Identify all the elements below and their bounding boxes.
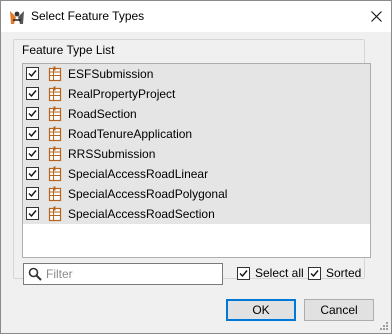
feature-type-label: RoadSection bbox=[68, 107, 137, 121]
feature-table-icon bbox=[48, 66, 62, 82]
feature-type-checkbox[interactable] bbox=[26, 167, 39, 180]
feature-type-checkbox[interactable] bbox=[26, 207, 39, 220]
search-icon bbox=[28, 267, 42, 281]
filter-field[interactable] bbox=[23, 263, 223, 285]
feature-table-icon bbox=[48, 106, 62, 122]
feature-table-icon bbox=[48, 146, 62, 162]
feature-type-label: RoadTenureApplication bbox=[68, 127, 193, 141]
feature-type-item[interactable]: RRSSubmission bbox=[23, 144, 370, 164]
feature-type-label: RRSSubmission bbox=[68, 147, 156, 161]
feature-type-item[interactable]: RoadTenureApplication bbox=[23, 124, 370, 144]
feature-type-checkbox[interactable] bbox=[26, 87, 39, 100]
title-bar[interactable]: Select Feature Types bbox=[1, 1, 391, 32]
feature-type-item[interactable]: ESFSubmission bbox=[23, 64, 370, 84]
feature-table-icon bbox=[48, 186, 62, 202]
feature-type-item[interactable]: SpecialAccessRoadSection bbox=[23, 204, 370, 224]
feature-type-item[interactable]: RealPropertyProject bbox=[23, 84, 370, 104]
feature-table-icon bbox=[48, 126, 62, 142]
fme-workbench-icon bbox=[10, 11, 24, 24]
close-button[interactable] bbox=[361, 1, 391, 32]
feature-table-icon bbox=[48, 86, 62, 102]
feature-type-checkbox[interactable] bbox=[26, 67, 39, 80]
ok-button[interactable]: OK bbox=[226, 299, 296, 321]
checkmark-icon bbox=[28, 210, 37, 218]
select-all-label: Select all bbox=[255, 266, 304, 280]
feature-type-item[interactable]: SpecialAccessRoadPolygonal bbox=[23, 184, 370, 204]
sorted-checkbox[interactable] bbox=[308, 266, 321, 280]
feature-table-icon bbox=[48, 206, 62, 222]
filter-input[interactable] bbox=[46, 265, 216, 282]
select-all-checkbox[interactable] bbox=[237, 266, 250, 280]
close-icon bbox=[370, 11, 382, 22]
feature-type-list-label: Feature Type List bbox=[21, 43, 116, 57]
checkmark-icon bbox=[28, 190, 37, 198]
feature-type-checkbox[interactable] bbox=[26, 187, 39, 200]
checkmark-icon bbox=[239, 269, 248, 277]
select-feature-types-dialog: Select Feature Types Feature Type List E… bbox=[0, 0, 392, 334]
checkmark-icon bbox=[28, 170, 37, 178]
feature-type-checkbox[interactable] bbox=[26, 147, 39, 160]
resize-grip-icon[interactable] bbox=[378, 320, 388, 330]
checkmark-icon bbox=[28, 70, 37, 78]
feature-type-item[interactable]: RoadSection bbox=[23, 104, 370, 124]
feature-type-listbox[interactable]: ESFSubmission RealPropertyProject RoadSect… bbox=[22, 63, 371, 258]
feature-type-label: ESFSubmission bbox=[68, 67, 154, 81]
checkmark-icon bbox=[28, 130, 37, 138]
feature-table-icon bbox=[48, 166, 62, 182]
checkmark-icon bbox=[310, 269, 319, 277]
feature-type-label: SpecialAccessRoadLinear bbox=[68, 167, 209, 181]
cancel-button[interactable]: Cancel bbox=[304, 299, 374, 321]
feature-type-checkbox[interactable] bbox=[26, 107, 39, 120]
checkmark-icon bbox=[28, 90, 37, 98]
sorted-option[interactable]: Sorted bbox=[308, 266, 361, 280]
select-all-option[interactable]: Select all bbox=[237, 266, 304, 280]
dialog-title: Select Feature Types bbox=[31, 9, 145, 23]
sorted-label: Sorted bbox=[326, 266, 362, 280]
feature-type-label: SpecialAccessRoadPolygonal bbox=[68, 187, 228, 201]
checkmark-icon bbox=[28, 110, 37, 118]
feature-type-checkbox[interactable] bbox=[26, 127, 39, 140]
feature-type-label: RealPropertyProject bbox=[68, 87, 176, 101]
feature-type-label: SpecialAccessRoadSection bbox=[68, 207, 215, 221]
feature-type-item[interactable]: SpecialAccessRoadLinear bbox=[23, 164, 370, 184]
checkmark-icon bbox=[28, 150, 37, 158]
